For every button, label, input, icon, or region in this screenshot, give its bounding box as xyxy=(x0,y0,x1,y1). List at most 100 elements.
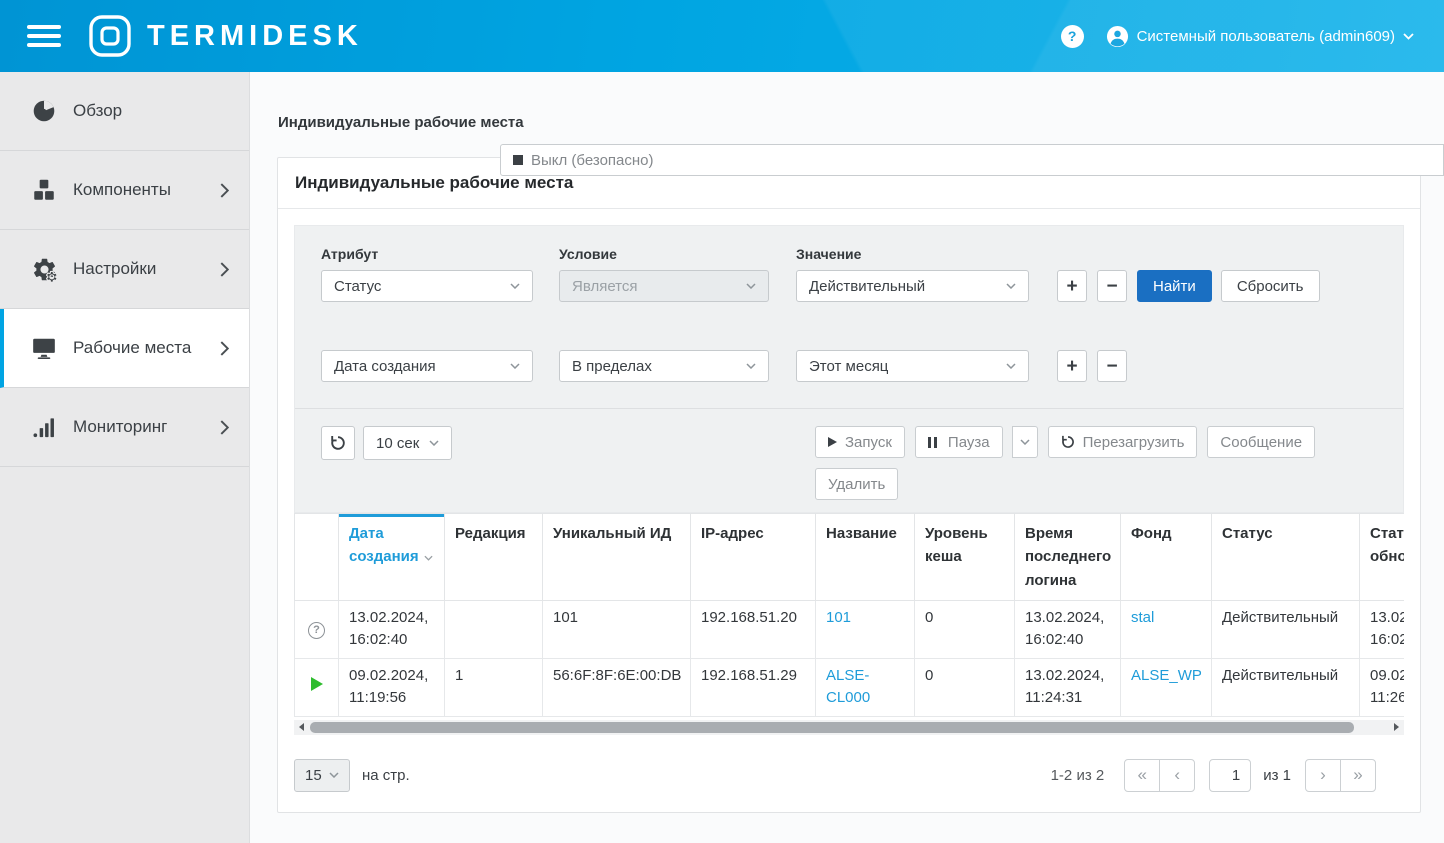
attribute-select[interactable]: Дата создания xyxy=(321,350,533,382)
start-button[interactable]: Запуск xyxy=(815,426,905,458)
column-last-login[interactable]: Время последнего логина xyxy=(1015,514,1121,601)
workplace-link[interactable]: 101 xyxy=(826,609,851,626)
main-content: Индивидуальные рабочие места Индивидуаль… xyxy=(250,72,1444,843)
pool-link[interactable]: stal xyxy=(1131,609,1154,626)
top-bar: TERMIDESK ? Системный пользователь (admi… xyxy=(0,0,1444,72)
column-pool[interactable]: Фонд xyxy=(1121,514,1212,601)
user-menu[interactable]: Системный пользователь (admin609) xyxy=(1106,25,1414,48)
filter-row: Дата создания В пределах Этот месяц xyxy=(321,350,1377,382)
message-label: Сообщение xyxy=(1220,434,1302,451)
toolbar: 10 сек Запуск Пауза xyxy=(295,409,1403,512)
help-glyph: ? xyxy=(1068,28,1077,44)
next-page-button[interactable]: › xyxy=(1305,759,1341,792)
scrollbar-thumb[interactable] xyxy=(310,722,1354,733)
add-filter-button[interactable]: + xyxy=(1057,270,1087,302)
bar-chart-icon xyxy=(28,414,60,440)
chevron-down-icon xyxy=(429,440,439,446)
created-cell: 09.02.2024, 11:19:56 xyxy=(339,658,445,716)
workplace-link[interactable]: ALSE-CL000 xyxy=(826,667,870,707)
condition-select[interactable]: Является xyxy=(559,270,769,302)
help-icon[interactable]: ? xyxy=(1061,25,1084,48)
scroll-left-arrow-icon[interactable] xyxy=(299,723,304,731)
poweroff-button[interactable]: Выкл (безопасно) xyxy=(500,144,1444,176)
remove-filter-button[interactable]: − xyxy=(1097,350,1127,382)
value-select[interactable]: Этот месяц xyxy=(796,350,1029,382)
pause-label: Пауза xyxy=(948,434,990,451)
value-select[interactable]: Действительный xyxy=(796,270,1029,302)
chevron-down-icon xyxy=(1020,439,1030,445)
interval-value: 10 сек xyxy=(376,435,419,452)
column-cache[interactable]: Уровень кеша xyxy=(915,514,1015,601)
cache-cell: 0 xyxy=(915,600,1015,658)
ip-cell: 192.168.51.20 xyxy=(691,600,816,658)
pool-link[interactable]: ALSE_WP xyxy=(1131,667,1202,684)
state-cell: ? xyxy=(295,600,339,658)
reboot-label: Перезагрузить xyxy=(1083,434,1185,451)
page-size-select[interactable]: 15 xyxy=(294,759,350,792)
play-icon xyxy=(828,437,837,447)
chevron-right-icon xyxy=(220,341,229,356)
sidebar-item-label: Рабочие места xyxy=(73,338,191,358)
created-cell: 13.02.2024, 16:02:40 xyxy=(339,600,445,658)
attribute-value: Дата создания xyxy=(334,358,436,375)
refresh-interval-select[interactable]: 10 сек xyxy=(363,426,452,460)
column-icon xyxy=(295,514,339,601)
termidesk-logo-icon xyxy=(87,13,133,59)
attribute-select[interactable]: Статус xyxy=(321,270,533,302)
revision-cell: 1 xyxy=(445,658,543,716)
refresh-icon xyxy=(330,435,346,451)
sidebar-item-workplaces[interactable]: Рабочие места xyxy=(0,309,249,388)
horizontal-scrollbar[interactable] xyxy=(294,720,1404,735)
chevron-down-icon xyxy=(1006,363,1016,369)
column-status[interactable]: Статус xyxy=(1212,514,1360,601)
chevron-right-icon xyxy=(220,420,229,435)
sidebar-item-overview[interactable]: Обзор xyxy=(0,72,249,151)
remove-filter-button[interactable]: − xyxy=(1097,270,1127,302)
last-page-button[interactable]: » xyxy=(1340,759,1376,792)
add-filter-button[interactable]: + xyxy=(1057,350,1087,382)
condition-value: Является xyxy=(572,278,638,295)
uid-cell: 101 xyxy=(543,600,691,658)
message-button[interactable]: Сообщение xyxy=(1207,426,1315,458)
poweroff-dropdown-toggle[interactable] xyxy=(1012,426,1038,458)
sort-desc-icon xyxy=(424,548,433,565)
refresh-icon xyxy=(1061,435,1075,449)
search-button[interactable]: Найти xyxy=(1137,270,1212,302)
value-value: Действительный xyxy=(809,278,925,295)
name-cell: ALSE-CL000 xyxy=(816,658,915,716)
page-input[interactable] xyxy=(1209,759,1251,792)
column-ip[interactable]: IP-адрес xyxy=(691,514,816,601)
column-created[interactable]: Дата создания xyxy=(339,514,445,601)
refresh-button[interactable] xyxy=(321,426,355,460)
delete-button[interactable]: Удалить xyxy=(815,468,898,500)
sidebar-item-settings[interactable]: Настройки xyxy=(0,230,249,309)
sidebar-item-label: Обзор xyxy=(73,101,122,121)
chevron-down-icon xyxy=(1006,283,1016,289)
dashboard-icon xyxy=(28,98,60,124)
reset-button[interactable]: Сбросить xyxy=(1221,270,1320,302)
pause-button[interactable]: Пауза xyxy=(915,426,1003,458)
column-update-status[interactable]: Статус обновления xyxy=(1360,514,1405,601)
stop-icon xyxy=(513,155,523,165)
column-uid[interactable]: Уникальный ИД xyxy=(543,514,691,601)
sidebar-item-label: Компоненты xyxy=(73,180,171,200)
sidebar-item-label: Настройки xyxy=(73,259,156,279)
condition-select[interactable]: В пределах xyxy=(559,350,769,382)
hamburger-menu-icon[interactable] xyxy=(27,20,61,52)
scroll-right-arrow-icon[interactable] xyxy=(1394,723,1399,731)
column-name[interactable]: Название xyxy=(816,514,915,601)
column-revision[interactable]: Редакция xyxy=(445,514,543,601)
chevron-down-icon xyxy=(746,283,756,289)
sidebar-item-monitoring[interactable]: Мониторинг xyxy=(0,388,249,467)
start-label: Запуск xyxy=(845,434,892,451)
first-page-button[interactable]: « xyxy=(1124,759,1160,792)
chevron-down-icon xyxy=(746,363,756,369)
prev-page-button[interactable]: ‹ xyxy=(1159,759,1195,792)
pool-cell: ALSE_WP xyxy=(1121,658,1212,716)
sidebar-item-components[interactable]: Компоненты xyxy=(0,151,249,230)
user-avatar-icon xyxy=(1106,25,1129,48)
status-cell: Действительный xyxy=(1212,600,1360,658)
name-cell: 101 xyxy=(816,600,915,658)
reboot-button[interactable]: Перезагрузить xyxy=(1048,426,1198,458)
page-size-value: 15 xyxy=(305,767,322,784)
